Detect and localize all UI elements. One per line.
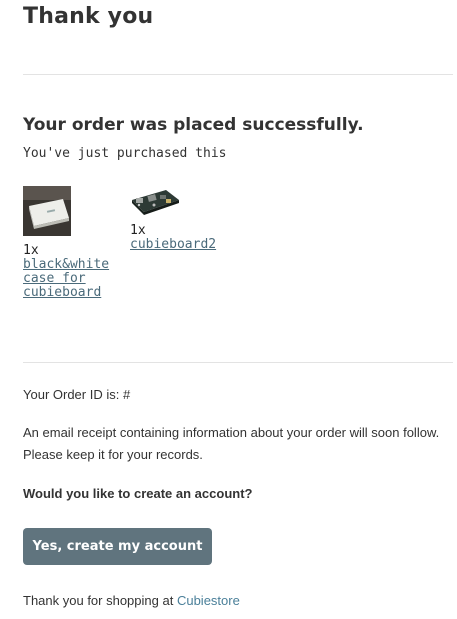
order-id: Your Order ID is: # [23,387,131,402]
create-account-button[interactable]: Yes, create my account [23,528,212,565]
product-link-cubieboard[interactable]: cubieboard2 [130,238,240,252]
product-quantity: 1x [130,223,146,238]
middle-divider [23,362,453,363]
purchase-note: You've just purchased this [23,146,227,161]
product-item-case: 1x black&white case for cubieboard [23,186,123,300]
store-link[interactable]: Cubiestore [177,593,240,608]
white-case-photo-icon[interactable] [23,186,71,236]
thanks-line: Thank you for shopping at Cubiestore [23,593,240,608]
top-divider [23,74,453,75]
page-title: Thank you [23,4,154,29]
product-quantity: 1x [23,243,39,258]
circuit-board-photo-icon[interactable] [130,186,180,216]
account-question: Would you like to create an account? [23,486,253,501]
product-link-case[interactable]: black&white case for cubieboard [23,258,123,300]
receipt-note: An email receipt containing information … [23,425,440,462]
product-item-cubieboard: 1x cubieboard2 [130,186,240,252]
thanks-text: Thank you for shopping at [23,593,174,608]
success-heading: Your order was placed successfully. [23,115,364,135]
